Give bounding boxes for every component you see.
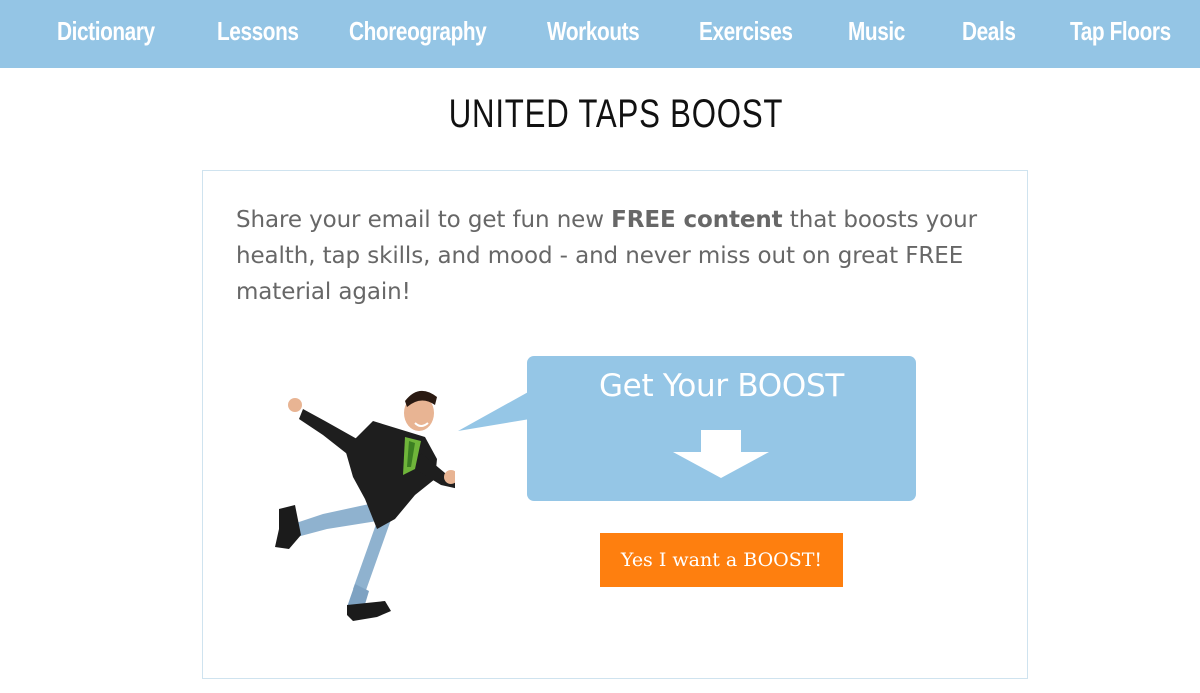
intro-text-start: Share your email to get fun new xyxy=(236,207,612,233)
page-title: UNITED TAPS BOOST xyxy=(448,92,784,136)
nav-item-deals[interactable]: Deals xyxy=(962,0,1016,62)
signup-box: Share your email to get fun new FREE con… xyxy=(202,170,1028,679)
nav-item-dictionary[interactable]: Dictionary xyxy=(57,0,155,62)
speech-bubble-text: Get Your BOOST xyxy=(598,368,845,404)
signup-intro: Share your email to get fun new FREE con… xyxy=(236,202,1006,310)
top-navigation: Dictionary Lessons Choreography Workouts… xyxy=(0,0,1200,68)
arrow-down-icon xyxy=(673,430,769,478)
speech-bubble: Get Your BOOST xyxy=(527,356,916,501)
nav-item-tap-floors[interactable]: Tap Floors xyxy=(1070,0,1171,62)
boost-signup-button[interactable]: Yes I want a BOOST! xyxy=(600,533,843,587)
speech-bubble-tail xyxy=(458,391,530,431)
nav-item-exercises[interactable]: Exercises xyxy=(699,0,793,62)
nav-item-music[interactable]: Music xyxy=(848,0,905,62)
nav-item-lessons[interactable]: Lessons xyxy=(217,0,299,62)
dancer-image xyxy=(275,390,455,621)
nav-item-choreography[interactable]: Choreography xyxy=(349,0,487,62)
nav-item-workouts[interactable]: Workouts xyxy=(547,0,640,62)
intro-text-bold: FREE content xyxy=(611,207,783,233)
